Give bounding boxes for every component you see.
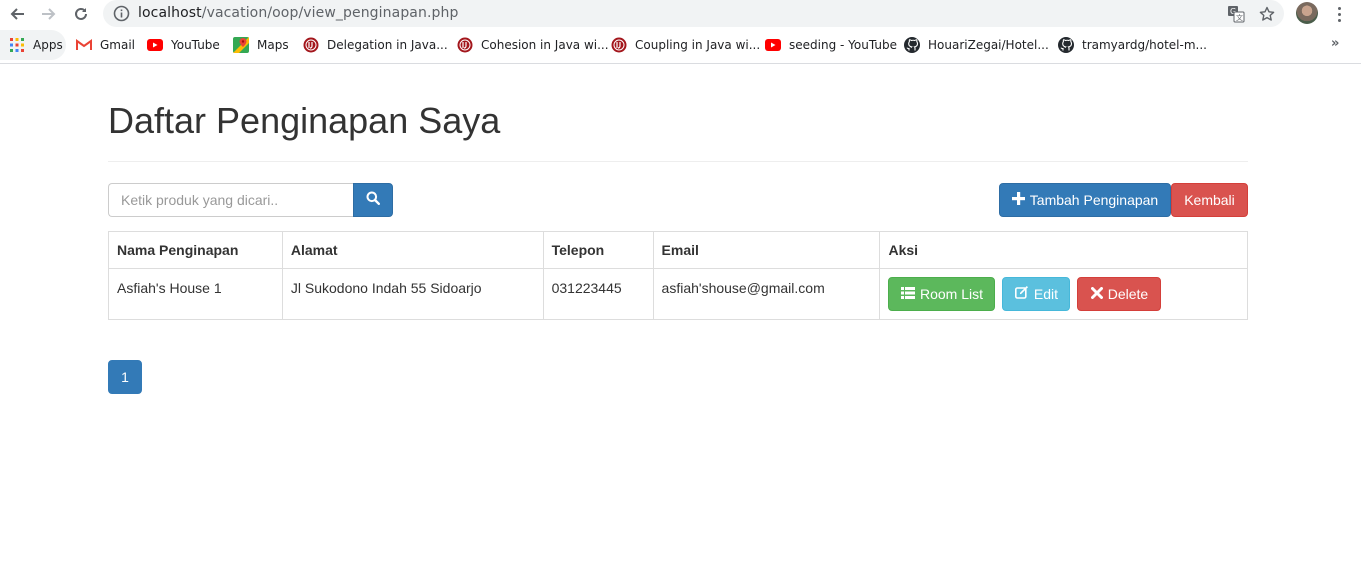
bookmark-maps[interactable]: Maps: [233, 30, 289, 60]
bookmark-coupling[interactable]: Coupling in Java wi...: [611, 30, 760, 60]
site-favicon-icon: [303, 37, 319, 53]
cell-email: asfiah'shouse@gmail.com: [652, 268, 881, 320]
bookmark-gmail[interactable]: Gmail: [76, 30, 135, 60]
add-penginapan-button[interactable]: Tambah Penginapan: [999, 183, 1171, 217]
bookmarks-overflow-button[interactable]: »: [1331, 36, 1339, 51]
bookmark-houarizegai[interactable]: HouariZegai/Hotel...: [904, 30, 1049, 60]
info-icon[interactable]: [113, 5, 130, 22]
translate-icon[interactable]: G文: [1226, 4, 1246, 24]
plus-icon: [1011, 192, 1025, 208]
header-nama: Nama Penginapan: [108, 231, 283, 269]
title-divider: [108, 161, 1248, 162]
close-icon: [1090, 286, 1103, 302]
apps-grid-icon: [9, 37, 25, 53]
penginapan-table: Nama Penginapan Alamat Telepon Email Aks…: [108, 231, 1248, 320]
chrome-divider: [0, 63, 1361, 64]
bookmark-tramyardg[interactable]: tramyardg/hotel-m...: [1058, 30, 1207, 60]
github-icon: [904, 37, 920, 53]
bookmark-label: Apps: [33, 38, 63, 52]
url-host: localhost: [138, 5, 202, 21]
url-path: /vacation/oop/view_penginapan.php: [201, 5, 459, 21]
bookmark-label: tramyardg/hotel-m...: [1082, 38, 1207, 52]
table-row: Asfiah's House 1 Jl Sukodono Indah 55 Si…: [108, 268, 1248, 320]
room-list-label: Room List: [919, 286, 983, 302]
youtube-icon: [147, 37, 163, 53]
bookmarks-bar: Apps Gmail YouTube Maps Delegation in Ja…: [0, 30, 1361, 60]
bookmark-label: Maps: [257, 38, 289, 52]
bookmark-seeding-youtube[interactable]: seeding - YouTube: [765, 30, 897, 60]
back-button-label: Kembali: [1184, 192, 1235, 208]
search-button[interactable]: [353, 183, 393, 217]
edit-icon: [1014, 286, 1029, 302]
bookmark-label: Delegation in Java...: [327, 38, 448, 52]
profile-avatar[interactable]: [1296, 2, 1318, 24]
search-input[interactable]: [108, 183, 354, 217]
edit-button[interactable]: Edit: [1002, 277, 1071, 311]
bookmark-label: HouariZegai/Hotel...: [928, 38, 1049, 52]
svg-text:文: 文: [1236, 13, 1243, 22]
gmail-icon: [76, 37, 92, 53]
bookmark-label: Cohesion in Java wi...: [481, 38, 609, 52]
header-alamat: Alamat: [281, 231, 544, 269]
bookmark-label: YouTube: [171, 38, 220, 52]
back-arrow-icon[interactable]: [6, 3, 28, 25]
bookmark-star-icon[interactable]: [1257, 4, 1277, 24]
search-icon: [366, 191, 380, 210]
site-favicon-icon: [457, 37, 473, 53]
bookmark-label: seeding - YouTube: [789, 38, 897, 52]
delete-label: Delete: [1107, 286, 1149, 302]
cell-aksi: Room List Edit Delete: [879, 268, 1248, 320]
github-icon: [1058, 37, 1074, 53]
bookmark-youtube[interactable]: YouTube: [147, 30, 220, 60]
add-penginapan-label: Tambah Penginapan: [1029, 192, 1159, 208]
cell-telepon: 031223445: [542, 268, 654, 320]
bookmark-delegation[interactable]: Delegation in Java...: [303, 30, 448, 60]
cell-alamat: Jl Sukodono Indah 55 Sidoarjo: [281, 268, 544, 320]
reload-icon[interactable]: [70, 3, 92, 25]
delete-button[interactable]: Delete: [1077, 277, 1162, 311]
url-text: localhost/vacation/oop/view_penginapan.p…: [138, 5, 458, 21]
bookmark-cohesion[interactable]: Cohesion in Java wi...: [457, 30, 609, 60]
bookmark-label: Coupling in Java wi...: [635, 38, 761, 52]
youtube-icon: [765, 37, 781, 53]
page-title: Daftar Penginapan Saya: [108, 100, 501, 141]
address-bar[interactable]: localhost/vacation/oop/view_penginapan.p…: [103, 0, 1284, 27]
table-header-row: Nama Penginapan Alamat Telepon Email Aks…: [108, 231, 1248, 269]
bookmark-apps[interactable]: Apps: [0, 30, 66, 60]
bookmark-label: Gmail: [100, 38, 136, 52]
browser-menu-icon[interactable]: [1331, 4, 1347, 24]
cell-nama: Asfiah's House 1: [108, 268, 283, 320]
browser-toolbar: localhost/vacation/oop/view_penginapan.p…: [0, 0, 1361, 28]
header-telepon: Telepon: [542, 231, 654, 269]
edit-label: Edit: [1033, 286, 1059, 302]
pagination-page-1[interactable]: 1: [108, 360, 142, 394]
header-aksi: Aksi: [879, 231, 1248, 269]
site-favicon-icon: [611, 37, 627, 53]
list-icon: [900, 286, 915, 302]
maps-icon: [233, 37, 249, 53]
room-list-button[interactable]: Room List: [888, 277, 996, 311]
header-email: Email: [652, 231, 881, 269]
forward-arrow-icon[interactable]: [38, 3, 60, 25]
back-button[interactable]: Kembali: [1171, 183, 1248, 217]
